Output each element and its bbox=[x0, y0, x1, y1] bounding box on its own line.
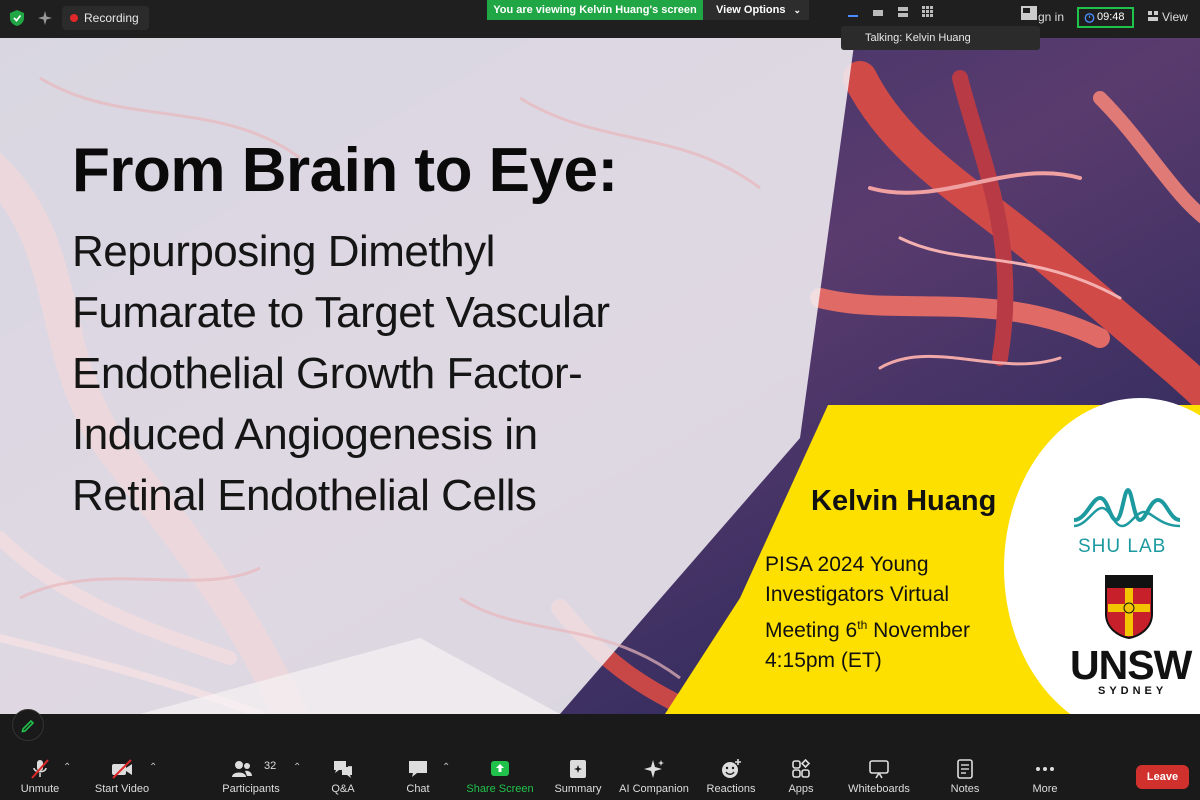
subtitle-line: Retinal Endothelial Cells bbox=[72, 471, 537, 520]
standard-layout-icon-bottom bbox=[898, 13, 908, 17]
reactions-button[interactable]: Reactions bbox=[704, 748, 758, 800]
apps-button[interactable]: Apps bbox=[780, 748, 822, 800]
shield-icon[interactable] bbox=[8, 9, 26, 27]
meeting-date-suffix: th bbox=[857, 618, 868, 632]
whiteboard-icon bbox=[869, 760, 889, 779]
participants-icon bbox=[232, 761, 252, 777]
recording-indicator[interactable]: Recording bbox=[62, 6, 149, 30]
participants-options-caret-icon[interactable]: ⌃ bbox=[293, 762, 301, 773]
recording-dot-icon bbox=[70, 14, 78, 22]
meeting-line: PISA 2024 Young bbox=[765, 553, 929, 576]
chevron-down-icon: ⌄ bbox=[793, 5, 801, 15]
timer-value: 09:48 bbox=[1097, 11, 1125, 23]
tile-layout-icon[interactable] bbox=[1021, 6, 1037, 20]
gallery-grid-icon bbox=[922, 6, 933, 17]
subtitle-line: Repurposing Dimethyl bbox=[72, 227, 495, 276]
presenter-name: Kelvin Huang bbox=[811, 485, 997, 517]
apps-icon bbox=[792, 758, 811, 778]
meeting-month-text: November bbox=[867, 619, 970, 642]
view-button[interactable]: View bbox=[1148, 10, 1188, 24]
layout-switcher[interactable] bbox=[843, 3, 943, 21]
standard-layout-icon-top bbox=[898, 7, 908, 11]
sydney-label: SYDNEY bbox=[1098, 685, 1168, 697]
chat-options-caret-icon[interactable]: ⌃ bbox=[442, 762, 450, 773]
subtitle-line: Fumarate to Target Vascular bbox=[72, 288, 610, 337]
ai-companion-icon bbox=[644, 760, 664, 778]
whiteboards-button[interactable]: Whiteboards bbox=[846, 748, 912, 800]
slide-subtitle: Repurposing Dimethyl Fumarate to Target … bbox=[72, 221, 610, 526]
speaker-layout-icon bbox=[848, 15, 858, 17]
talking-indicator: Talking: Kelvin Huang bbox=[841, 26, 1040, 50]
ai-companion-label: AI Companion bbox=[619, 783, 689, 795]
subtitle-line: Induced Angiogenesis in bbox=[72, 410, 538, 459]
viewing-screen-banner: You are viewing Kelvin Huang's screen bbox=[487, 0, 703, 20]
annotate-button[interactable] bbox=[12, 709, 44, 741]
meeting-date-text: Meeting 6 bbox=[765, 619, 858, 642]
meeting-line: 4:15pm (ET) bbox=[765, 649, 882, 672]
shared-screen-slide: From Brain to Eye: Repurposing Dimethyl … bbox=[0, 38, 1200, 714]
video-off-icon bbox=[112, 759, 132, 779]
shu-lab-label: SHU LAB bbox=[1078, 536, 1167, 557]
chat-label: Chat bbox=[406, 783, 430, 795]
chat-button[interactable]: Chat bbox=[398, 748, 438, 800]
minimize-layout-icon bbox=[873, 10, 883, 16]
notes-label: Notes bbox=[950, 783, 980, 795]
notes-button[interactable]: Notes bbox=[944, 748, 986, 800]
audio-options-caret-icon[interactable]: ⌃ bbox=[63, 762, 71, 773]
view-options-button[interactable]: View Options ⌄ bbox=[703, 0, 809, 20]
more-button[interactable]: More bbox=[1024, 748, 1066, 800]
participants-button[interactable]: 32 Participants bbox=[220, 748, 282, 800]
view-options-label: View Options bbox=[716, 4, 786, 16]
unsw-crest-logo bbox=[1105, 575, 1153, 640]
qa-button[interactable]: Q&A bbox=[322, 748, 364, 800]
unmute-button[interactable]: Unmute bbox=[10, 748, 70, 800]
start-video-button[interactable]: Start Video bbox=[90, 748, 154, 800]
whiteboards-label: Whiteboards bbox=[848, 783, 910, 795]
start-video-label: Start Video bbox=[94, 783, 150, 795]
meeting-line: Investigators Virtual bbox=[765, 583, 950, 606]
apps-label: Apps bbox=[788, 783, 814, 795]
chat-icon bbox=[409, 761, 427, 777]
share-screen-button[interactable]: Share Screen bbox=[466, 748, 534, 800]
summary-button[interactable]: Summary bbox=[552, 748, 604, 800]
reactions-icon bbox=[722, 759, 741, 778]
recording-label: Recording bbox=[84, 11, 139, 25]
meeting-line: Meeting 6th November bbox=[765, 610, 970, 646]
unmute-label: Unmute bbox=[20, 783, 60, 795]
meeting-timer[interactable]: 09:48 bbox=[1077, 7, 1134, 28]
more-label: More bbox=[1032, 783, 1058, 795]
ai-companion-button[interactable]: AI Companion bbox=[618, 748, 690, 800]
summary-label: Summary bbox=[554, 783, 602, 795]
unsw-label: UNSW bbox=[1070, 642, 1192, 688]
meeting-controls-toolbar: Unmute ⌃ Start Video ⌃ 32 Participants ⌃… bbox=[0, 748, 1200, 800]
stopwatch-icon bbox=[1084, 13, 1095, 23]
notes-icon bbox=[957, 759, 973, 779]
sign-in-link[interactable]: gn in bbox=[1038, 10, 1064, 24]
muted-mic-icon bbox=[31, 759, 49, 779]
view-label: View bbox=[1162, 10, 1188, 24]
summary-icon bbox=[570, 760, 586, 778]
reactions-label: Reactions bbox=[706, 783, 756, 795]
leave-button[interactable]: Leave bbox=[1136, 765, 1189, 789]
video-options-caret-icon[interactable]: ⌃ bbox=[149, 762, 157, 773]
more-dots-icon bbox=[1036, 767, 1054, 771]
subtitle-line: Endothelial Growth Factor- bbox=[72, 349, 583, 398]
view-grid-icon bbox=[1148, 11, 1158, 21]
participants-label: Participants bbox=[222, 783, 280, 795]
slide-title: From Brain to Eye: bbox=[72, 136, 618, 205]
share-screen-label: Share Screen bbox=[466, 783, 534, 795]
pencil-icon bbox=[21, 719, 35, 733]
qa-icon bbox=[334, 761, 352, 778]
participants-count: 32 bbox=[264, 760, 277, 772]
meeting-info: PISA 2024 Young Investigators Virtual Me… bbox=[765, 550, 970, 676]
ai-sparkle-icon[interactable] bbox=[36, 9, 54, 27]
qa-label: Q&A bbox=[331, 783, 355, 795]
share-screen-icon bbox=[491, 761, 509, 776]
